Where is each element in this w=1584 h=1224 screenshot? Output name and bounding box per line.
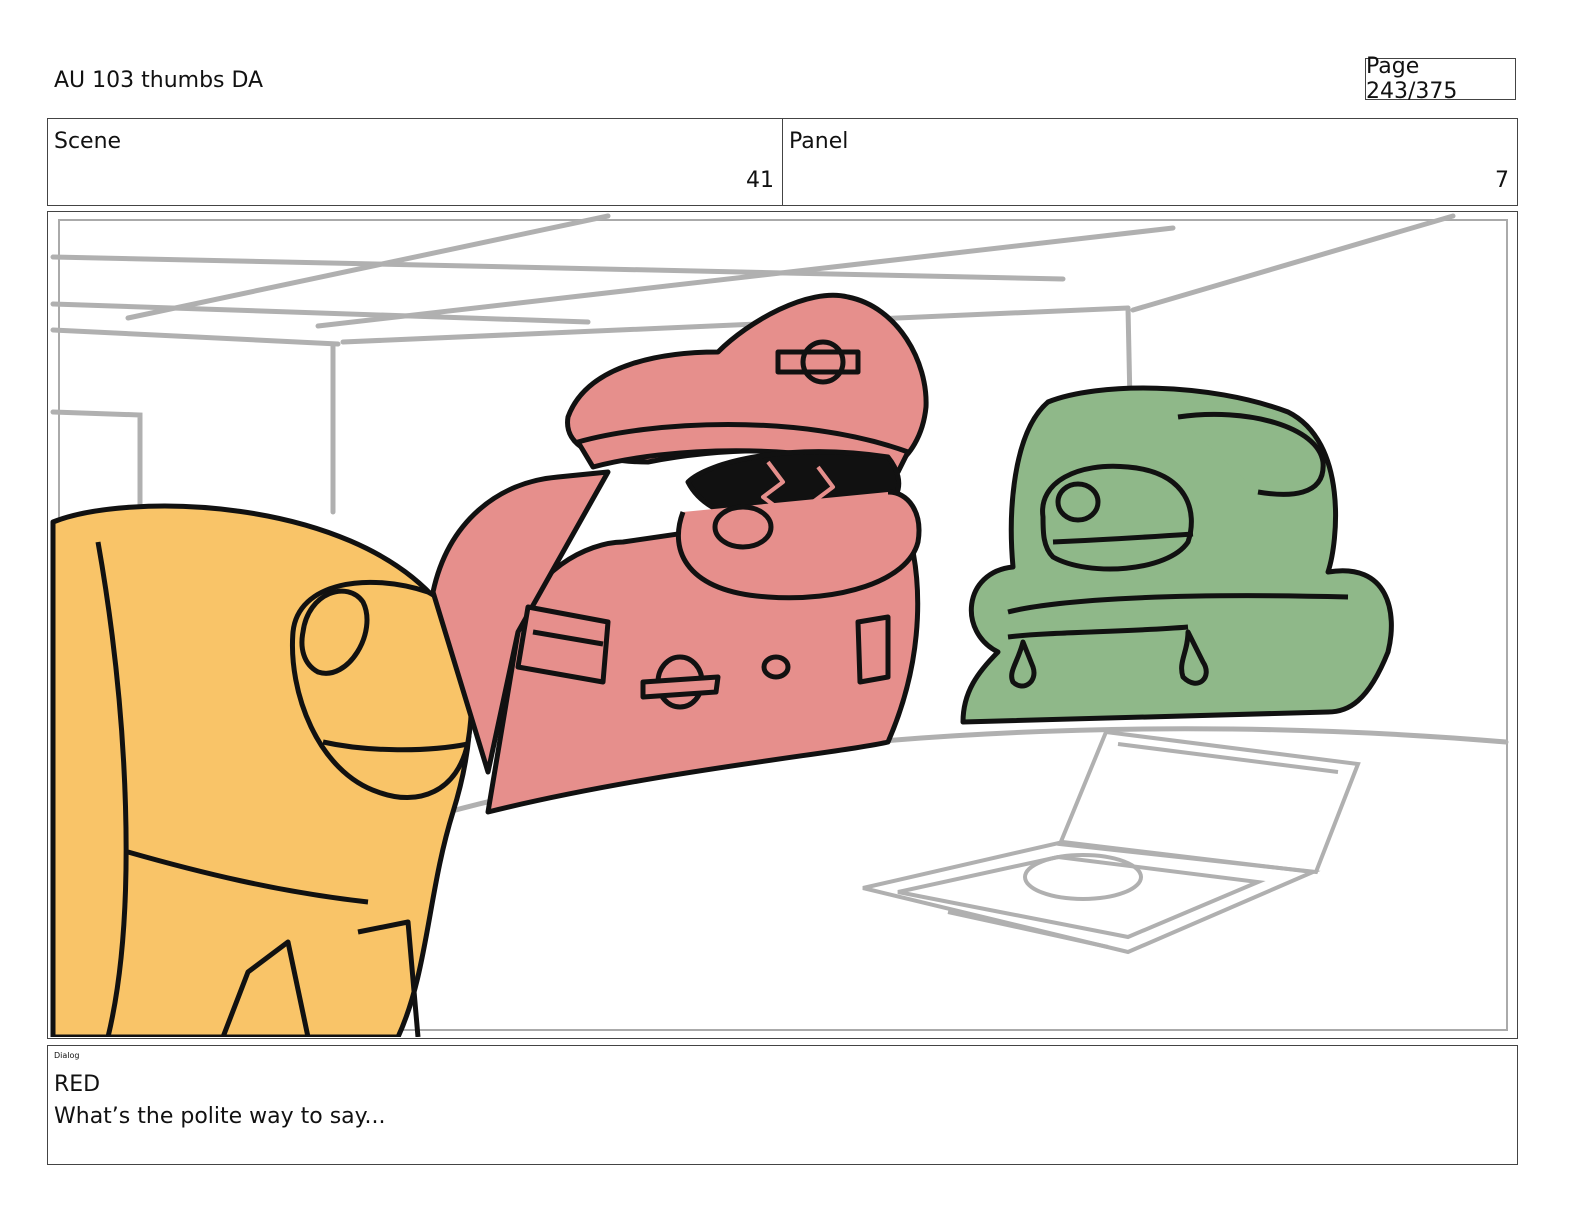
dialog-box: Dialog RED What’s the polite way to say.… [47, 1045, 1518, 1165]
panel-cell: Panel 7 [782, 119, 1517, 205]
dialog-character-name: RED [54, 1072, 101, 1097]
scene-cell: Scene 41 [48, 119, 782, 205]
dialog-heading: Dialog [54, 1051, 80, 1060]
panel-number: 7 [1495, 168, 1509, 193]
scene-number: 41 [746, 168, 774, 193]
panel-label: Panel [789, 129, 849, 154]
scene-label: Scene [54, 129, 122, 154]
storyboard-drawing [50, 213, 1509, 1037]
yellow-character [50, 503, 475, 1037]
page-number-box: Page 243/375 [1365, 54, 1516, 104]
laptop-sketch [862, 729, 1361, 955]
document-title: AU 103 thumbs DA [54, 68, 264, 93]
red-character [430, 292, 929, 815]
dialog-line: What’s the polite way to say... [54, 1104, 386, 1129]
page-number-label: Page 243/375 [1366, 54, 1458, 104]
green-character [960, 385, 1394, 725]
scene-panel-info-row: Scene 41 Panel 7 [47, 118, 1518, 206]
storyboard-panel [47, 211, 1518, 1039]
